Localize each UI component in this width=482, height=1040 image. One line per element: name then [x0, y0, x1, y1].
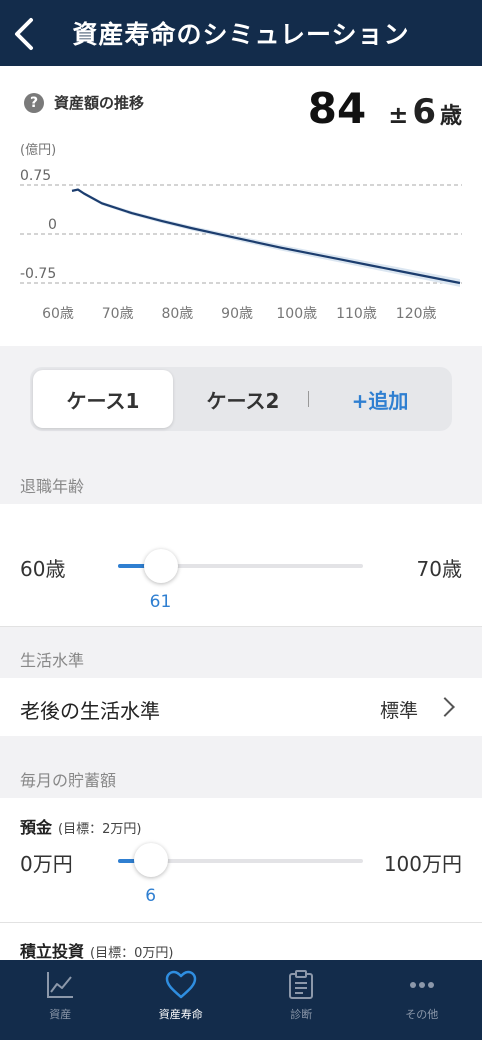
lifespan-plusminus: ± [388, 101, 409, 129]
back-button[interactable] [6, 14, 42, 54]
back-arrow-icon [15, 18, 33, 50]
tab-case-2[interactable]: ケース2 [178, 370, 308, 428]
nav-lifespan[interactable]: 資産寿命 [121, 960, 242, 1040]
lifespan-unit: 歳 [439, 104, 462, 129]
investment-goal: (目標：0万円) [90, 946, 174, 961]
case-tabs: ケース1 ケース2 +追加 [30, 367, 452, 431]
clipboard-icon [289, 970, 314, 999]
retirement-min-label: 60歳 [20, 557, 66, 581]
nav-lifespan-label: 資産寿命 [158, 1008, 203, 1021]
lifespan-age: 84 [307, 84, 367, 133]
help-icon[interactable]: ? [24, 92, 44, 113]
deposit-title-text: 預金 [20, 818, 53, 837]
x-tick-label: 60歳 [42, 306, 74, 322]
deposit-min-label: 0万円 [20, 852, 73, 876]
deposit-slider-thumb[interactable] [133, 843, 168, 877]
investment-title: 積立投資 (目標：0万円) [20, 938, 173, 962]
living-standard-value: 標準 [379, 700, 418, 722]
living-section-label: 生活水準 [20, 651, 85, 670]
retirement-slider-value: 61 [149, 592, 172, 612]
x-tick-label: 100歳 [276, 306, 317, 322]
nav-more[interactable]: その他 [362, 960, 482, 1040]
chart-icon [47, 972, 74, 998]
retirement-max-label: 70歳 [416, 557, 462, 581]
nav-assets[interactable]: 資産 [0, 960, 121, 1040]
nav-diagnosis[interactable]: 診断 [241, 960, 362, 1040]
savings-section-label: 毎月の貯蓄額 [20, 771, 117, 790]
living-standard-title: 老後の生活水準 [20, 699, 160, 723]
lifespan-range: 6 [412, 92, 436, 132]
y-tick-label: 0 [48, 217, 57, 233]
bottom-navigation: 資産 資産寿命 診断 その他 [0, 960, 482, 1040]
deposit-max-label: 100万円 [383, 852, 462, 876]
app-header: 資産寿命のシミュレーション [0, 0, 482, 66]
deposit-title: 預金 (目標：2万円) [20, 814, 141, 838]
deposit-goal: (目標：2万円) [58, 822, 142, 837]
divider [0, 626, 482, 627]
asset-trend-chart: (億円) 0.75 0 -0.75 60歳 70歳 80歳 90歳 100歳 110歳 120歳 [20, 142, 462, 322]
x-tick-label: 80歳 [161, 306, 193, 322]
x-tick-label: 70歳 [102, 306, 134, 322]
tab-divider [308, 391, 309, 407]
retirement-section-label: 退職年齢 [20, 477, 85, 496]
retirement-slider-thumb[interactable] [143, 549, 178, 583]
deposit-slider-value: 6 [145, 886, 157, 906]
asset-trend-label: 資産額の推移 [54, 94, 145, 112]
investment-title-text: 積立投資 [20, 942, 85, 961]
x-tick-label: 90歳 [221, 306, 253, 322]
x-tick-label: 120歳 [396, 306, 437, 322]
nav-more-label: その他 [405, 1008, 439, 1021]
nav-assets-label: 資産 [49, 1008, 72, 1021]
heart-icon [165, 970, 196, 999]
more-icon [409, 982, 434, 988]
page-title: 資産寿命のシミュレーション [72, 20, 410, 49]
y-axis-unit-label: (億円) [20, 142, 56, 158]
y-tick-label: 0.75 [20, 168, 51, 184]
nav-diagnosis-label: 診断 [290, 1008, 313, 1021]
tab-case-1[interactable]: ケース1 [33, 370, 173, 428]
asset-lifespan-result: 84 ± 6 歳 [308, 84, 462, 133]
add-case-button[interactable]: +追加 [320, 370, 440, 428]
y-tick-label: -0.75 [20, 266, 56, 282]
asset-trend-heading: ? 資産額の推移 [24, 92, 144, 113]
x-tick-label: 110歳 [336, 306, 377, 322]
